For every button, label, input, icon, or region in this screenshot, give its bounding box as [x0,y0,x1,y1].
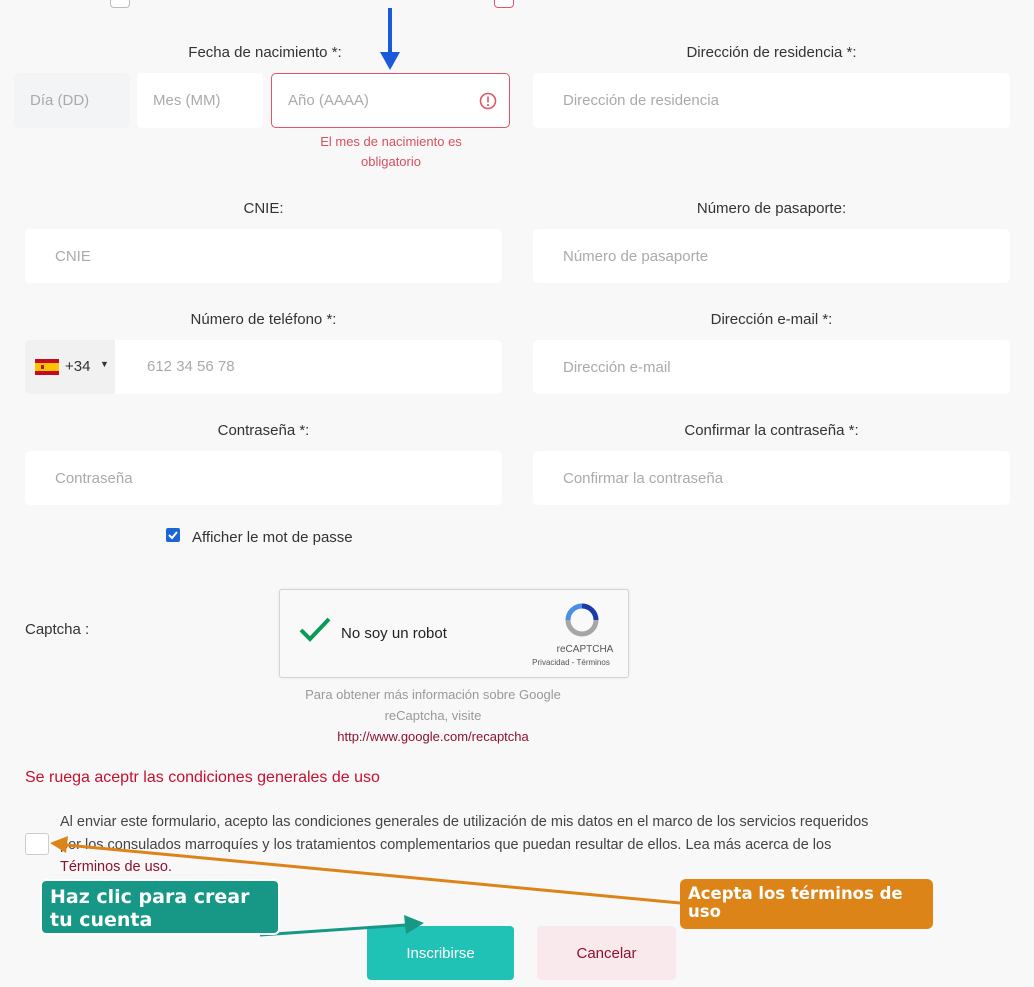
accept-terms-callout: Acepta los términos de uso [680,879,933,929]
orange-arrow-head [50,836,68,853]
annotation-arrows [50,836,681,937]
teal-arrow-head [404,915,424,934]
create-account-callout: Haz clic para crear tu cuenta [40,879,280,935]
teal-arrow-line [259,923,407,937]
